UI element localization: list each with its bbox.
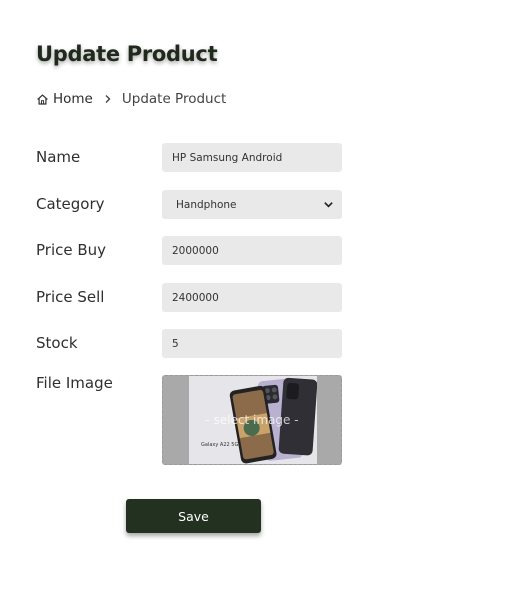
price-buy-input[interactable]: 2000000 bbox=[162, 236, 342, 265]
update-product-page: Update Product Home Update Product Name … bbox=[0, 0, 522, 599]
file-image-label: File Image bbox=[36, 374, 113, 392]
price-sell-input[interactable]: 2400000 bbox=[162, 283, 342, 312]
file-image-picker[interactable]: Galaxy A22 5G - select image - bbox=[162, 375, 342, 465]
breadcrumb: Home Update Product bbox=[36, 91, 226, 107]
home-icon bbox=[37, 93, 48, 105]
name-input[interactable]: HP Samsung Android bbox=[162, 143, 342, 172]
select-image-text: - select image - bbox=[205, 413, 299, 427]
price-sell-value: 2400000 bbox=[172, 291, 219, 304]
category-label: Category bbox=[36, 195, 105, 213]
category-select[interactable]: Handphone bbox=[162, 190, 342, 219]
page-title: Update Product bbox=[36, 42, 218, 66]
breadcrumb-home-link[interactable]: Home bbox=[36, 91, 93, 107]
price-buy-value: 2000000 bbox=[172, 244, 219, 257]
name-label: Name bbox=[36, 148, 81, 166]
save-button[interactable]: Save bbox=[126, 499, 261, 533]
breadcrumb-current: Update Product bbox=[121, 91, 227, 107]
stock-label: Stock bbox=[36, 334, 78, 352]
name-value: HP Samsung Android bbox=[172, 151, 283, 164]
stock-input[interactable]: 5 bbox=[162, 329, 342, 358]
preview-caption: Galaxy A22 5G bbox=[201, 442, 238, 448]
price-sell-label: Price Sell bbox=[36, 288, 105, 306]
breadcrumb-home-label: Home bbox=[53, 91, 93, 107]
category-value: Handphone bbox=[176, 198, 237, 211]
price-buy-label: Price Buy bbox=[36, 241, 107, 259]
stock-value: 5 bbox=[172, 337, 179, 350]
chevron-down-icon bbox=[324, 202, 333, 208]
chevron-right-icon bbox=[105, 95, 111, 103]
